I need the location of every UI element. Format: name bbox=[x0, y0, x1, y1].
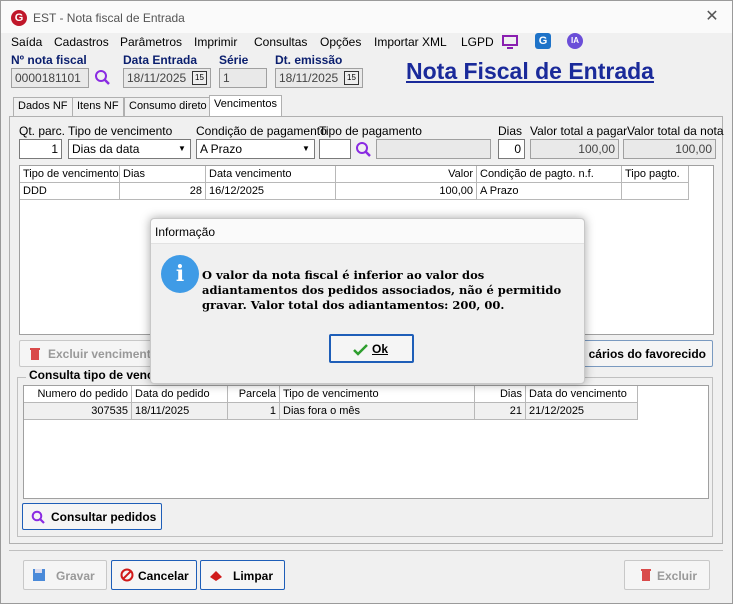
search-icon[interactable] bbox=[94, 69, 111, 86]
grid-header[interactable]: Tipo de vencimento bbox=[20, 166, 120, 183]
menu-parametros[interactable]: Parâmetros bbox=[120, 35, 182, 49]
tipo-venc-select[interactable]: Dias da data bbox=[68, 139, 191, 159]
tipo-pag-label: Tipo de pagamento bbox=[319, 124, 422, 138]
table-cell[interactable]: 100,00 bbox=[336, 183, 477, 200]
grid-header[interactable]: Data vencimento bbox=[206, 166, 336, 183]
menu-importar-xml[interactable]: Importar XML bbox=[374, 35, 447, 49]
info-icon: i bbox=[161, 255, 199, 293]
excluir-button[interactable]: Excluir bbox=[624, 560, 710, 590]
qt-parc-field[interactable]: 1 bbox=[19, 139, 62, 159]
menu-bar: Saída Cadastros Parâmetros Imprimir Cons… bbox=[1, 33, 732, 51]
table-cell[interactable]: 307535 bbox=[24, 403, 132, 420]
menu-opcoes[interactable]: Opções bbox=[320, 35, 361, 49]
excluir-vencimento-button[interactable]: Excluir vencimento bbox=[19, 340, 159, 367]
grid-header[interactable]: Data do vencimento bbox=[526, 386, 638, 403]
grid-header[interactable]: Valor bbox=[336, 166, 477, 183]
checkmark-icon bbox=[353, 344, 368, 356]
divider bbox=[9, 550, 723, 551]
cancel-icon bbox=[120, 568, 134, 582]
trash-icon bbox=[641, 569, 651, 581]
cond-pag-label: Condição de pagamento bbox=[196, 124, 327, 138]
grid-header[interactable]: Data do pedido bbox=[132, 386, 228, 403]
qt-parc-label: Qt. parc. bbox=[19, 124, 66, 138]
ok-button[interactable]: Ok bbox=[329, 334, 414, 363]
ia-icon[interactable]: IA bbox=[567, 33, 583, 49]
calendar-icon[interactable]: 15 bbox=[192, 71, 207, 85]
g-app-icon[interactable]: G bbox=[535, 33, 551, 49]
dialog-message: O valor da nota fiscal é inferior ao val… bbox=[202, 268, 562, 312]
grid-header[interactable]: Condição de pagto. n.f. bbox=[477, 166, 622, 183]
grid-header[interactable]: Parcela bbox=[228, 386, 280, 403]
menu-saida[interactable]: Saída bbox=[11, 35, 42, 49]
consultar-pedidos-button[interactable]: Consultar pedidos bbox=[22, 503, 162, 530]
search-icon bbox=[31, 510, 45, 524]
table-cell[interactable]: 21 bbox=[475, 403, 526, 420]
entrada-label: Data Entrada bbox=[123, 53, 198, 67]
grid-header[interactable]: Tipo de vencimento bbox=[280, 386, 475, 403]
tipo-pag-field[interactable] bbox=[319, 139, 351, 159]
tab-vencimentos[interactable]: Vencimentos bbox=[209, 95, 282, 116]
save-icon bbox=[33, 569, 45, 581]
table-cell[interactable]: 1 bbox=[228, 403, 280, 420]
grid-header[interactable]: Numero do pedido bbox=[24, 386, 132, 403]
valor-nota-field: 100,00 bbox=[623, 139, 716, 159]
calendar-icon[interactable]: 15 bbox=[344, 71, 359, 85]
dias-field[interactable]: 0 bbox=[498, 139, 525, 159]
window-title: EST - Nota fiscal de Entrada bbox=[33, 11, 185, 25]
chevron-down-icon[interactable]: ▼ bbox=[174, 140, 190, 158]
cancelar-button[interactable]: Cancelar bbox=[111, 560, 197, 590]
grid-header[interactable]: Dias bbox=[475, 386, 526, 403]
dialog-title: Informação bbox=[155, 225, 216, 239]
tab-itens-nf[interactable]: Itens NF bbox=[72, 97, 124, 116]
serie-field[interactable]: 1 bbox=[219, 68, 267, 88]
tab-consumo-direto[interactable]: Consumo direto bbox=[124, 97, 212, 116]
grid-header[interactable]: Dias bbox=[120, 166, 206, 183]
app-logo-icon: G bbox=[11, 10, 27, 26]
monitor-icon[interactable] bbox=[502, 34, 518, 50]
consulta-title: Consulta tipo de venc bbox=[26, 368, 157, 382]
table-cell[interactable]: 28 bbox=[120, 183, 206, 200]
gravar-button[interactable]: Gravar bbox=[23, 560, 107, 590]
table-cell[interactable]: 18/11/2025 bbox=[132, 403, 228, 420]
table-cell[interactable]: 16/12/2025 bbox=[206, 183, 336, 200]
eraser-icon bbox=[210, 571, 222, 581]
chevron-down-icon[interactable]: ▼ bbox=[298, 140, 314, 158]
tipo-pag-desc-field bbox=[376, 139, 491, 159]
table-cell[interactable] bbox=[622, 183, 689, 200]
tab-dados-nf[interactable]: Dados NF bbox=[13, 97, 73, 116]
dias-label: Dias bbox=[498, 124, 523, 138]
nf-number-label: Nº nota fiscal bbox=[11, 53, 87, 67]
valor-nota-label: Valor total da nota bbox=[627, 124, 724, 138]
valor-pagar-field: 100,00 bbox=[530, 139, 619, 159]
serie-label: Série bbox=[219, 53, 249, 67]
search-icon[interactable] bbox=[355, 141, 372, 158]
table-cell[interactable]: A Prazo bbox=[477, 183, 622, 200]
tipo-venc-label: Tipo de vencimento bbox=[68, 124, 173, 138]
menu-imprimir[interactable]: Imprimir bbox=[194, 35, 237, 49]
info-dialog: Informação i O valor da nota fiscal é in… bbox=[150, 218, 585, 384]
page-title: Nota Fiscal de Entrada bbox=[406, 58, 654, 84]
nf-number-field[interactable]: 0000181101 bbox=[11, 68, 89, 88]
close-icon[interactable]: ✕ bbox=[701, 6, 723, 28]
menu-consultas[interactable]: Consultas bbox=[254, 35, 307, 49]
table-cell[interactable]: DDD bbox=[20, 183, 120, 200]
menu-cadastros[interactable]: Cadastros bbox=[54, 35, 109, 49]
pedidos-grid[interactable]: Numero do pedido Data do pedido Parcela … bbox=[23, 385, 709, 499]
title-bar: G EST - Nota fiscal de Entrada ✕ bbox=[1, 1, 732, 33]
table-cell[interactable]: Dias fora o mês bbox=[280, 403, 475, 420]
table-cell[interactable]: 21/12/2025 bbox=[526, 403, 638, 420]
limpar-button[interactable]: Limpar bbox=[200, 560, 285, 590]
menu-lgpd[interactable]: LGPD bbox=[461, 35, 494, 49]
main-window: G EST - Nota fiscal de Entrada ✕ Saída C… bbox=[0, 0, 733, 604]
dialog-title-bar: Informação bbox=[151, 219, 584, 244]
emissao-label: Dt. emissão bbox=[275, 53, 343, 67]
grid-header[interactable]: Tipo pagto. bbox=[622, 166, 689, 183]
trash-icon bbox=[30, 348, 40, 360]
valor-pagar-label: Valor total a pagar bbox=[530, 124, 628, 138]
